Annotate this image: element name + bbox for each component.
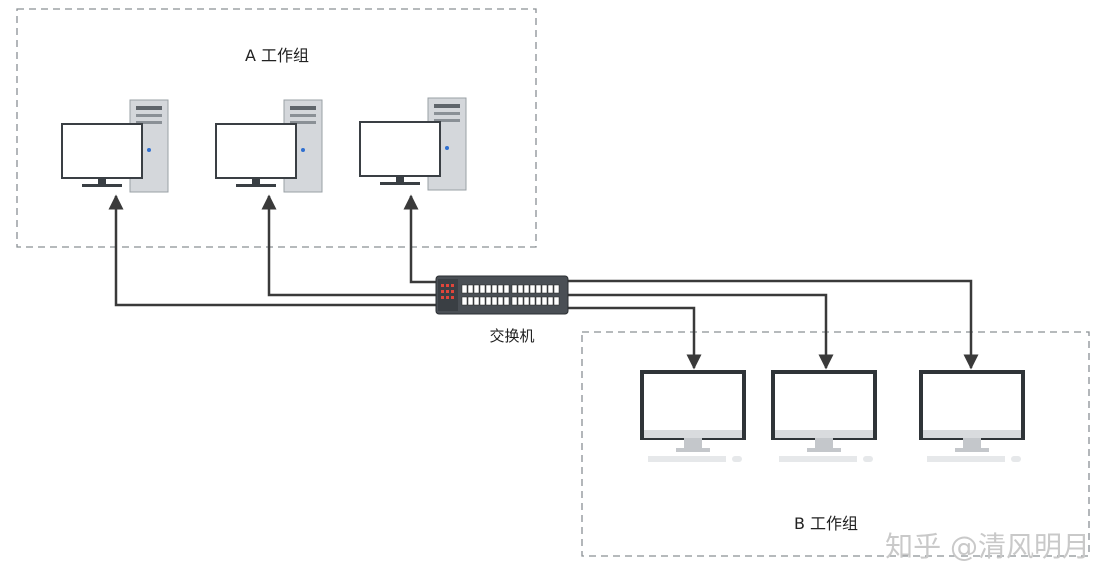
switch-port <box>541 296 548 306</box>
switch-port <box>467 284 474 294</box>
group-a-computer-3 <box>359 97 467 191</box>
switch-port <box>473 296 480 306</box>
network-switch <box>435 275 569 315</box>
switch-port <box>553 284 560 294</box>
switch-port <box>479 296 486 306</box>
switch-port <box>541 284 548 294</box>
switch-port <box>535 284 542 294</box>
switch-port <box>485 284 492 294</box>
group-a-label: A 工作组 <box>245 46 309 65</box>
switch-port <box>467 296 474 306</box>
switch-port <box>511 284 518 294</box>
group-b-computer-2 <box>771 370 877 464</box>
watermark-text: 知乎 @清风明月 <box>885 530 1090 563</box>
switch-port <box>511 296 518 306</box>
group-a-computer-2 <box>215 99 323 193</box>
switch-port <box>547 296 554 306</box>
switch-port <box>497 296 504 306</box>
group-b-label: B 工作组 <box>794 514 858 533</box>
switch-port <box>523 296 530 306</box>
switch-port <box>503 284 510 294</box>
network-diagram: A 工作组 B 工作组 交换机 知乎 @清风明月 <box>16 8 1090 563</box>
link-switch-to-a2 <box>261 194 440 297</box>
link-switch-to-b1 <box>566 306 702 370</box>
group-b-computer-3 <box>919 370 1025 464</box>
link-switch-to-a1 <box>108 194 440 307</box>
link-switch-to-a3 <box>403 194 440 284</box>
switch-port <box>547 284 554 294</box>
switch-port <box>535 296 542 306</box>
group-a-computer-1 <box>61 99 169 193</box>
switch-port <box>461 296 468 306</box>
switch-port <box>529 296 536 306</box>
switch-port <box>497 284 504 294</box>
switch-port <box>461 284 468 294</box>
switch-port <box>517 296 524 306</box>
switch-port <box>479 284 486 294</box>
switch-port <box>517 284 524 294</box>
switch-port <box>553 296 560 306</box>
switch-port <box>491 284 498 294</box>
switch-port <box>523 284 530 294</box>
group-b-computer-1 <box>640 370 746 464</box>
switch-port <box>473 284 480 294</box>
switch-port <box>529 284 536 294</box>
switch-label: 交换机 <box>489 327 534 345</box>
switch-port <box>491 296 498 306</box>
switch-port <box>503 296 510 306</box>
switch-port <box>485 296 492 306</box>
